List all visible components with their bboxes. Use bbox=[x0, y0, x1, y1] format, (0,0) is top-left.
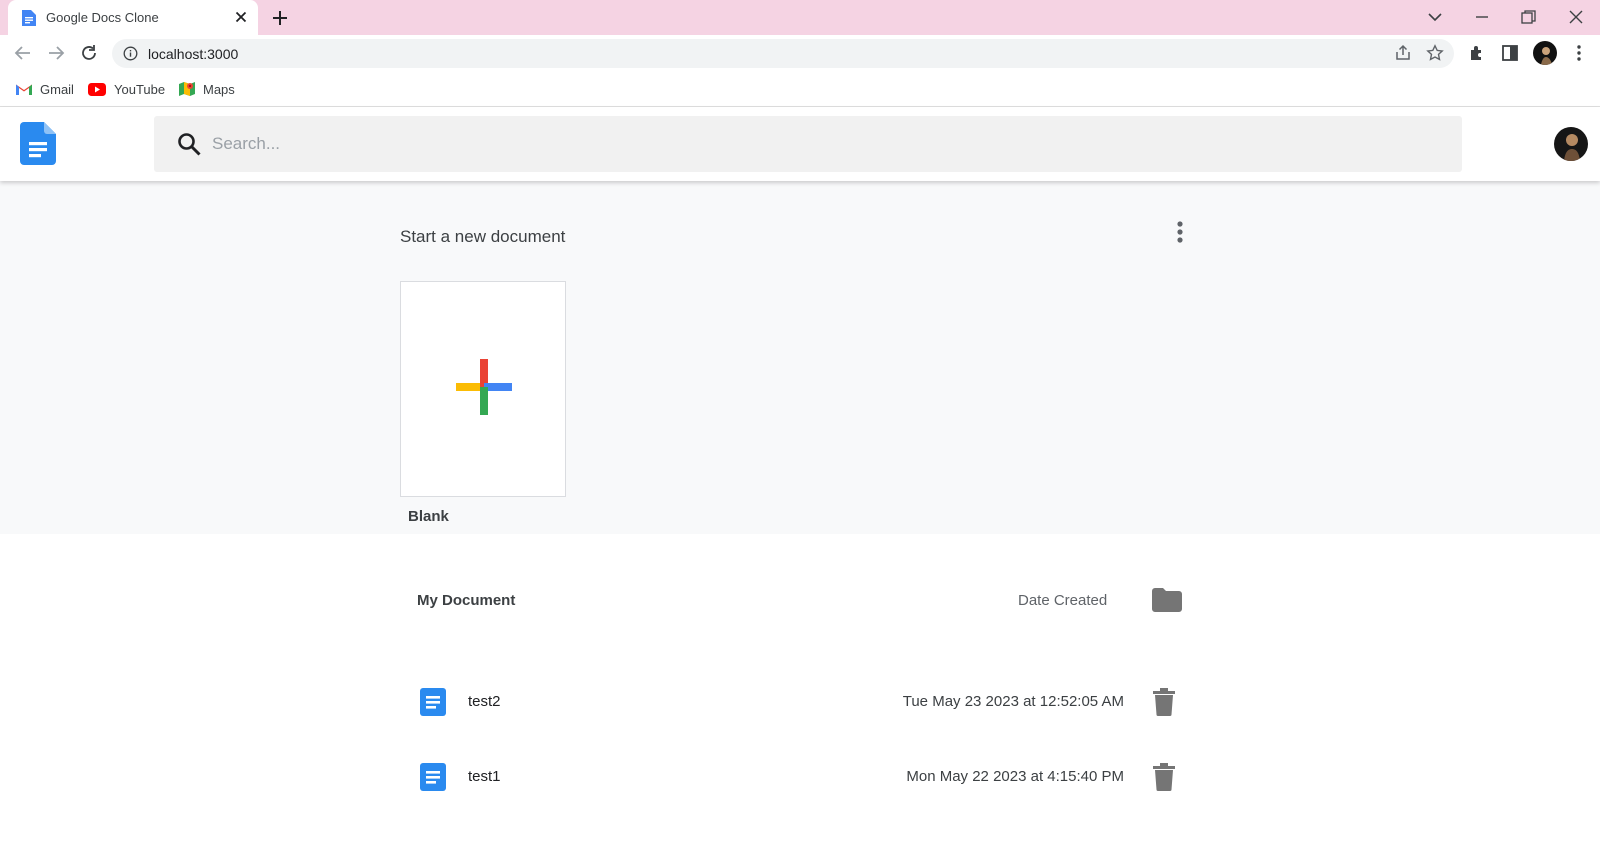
blank-document-card[interactable] bbox=[400, 281, 566, 497]
restore-icon[interactable] bbox=[1517, 6, 1539, 28]
back-icon[interactable] bbox=[12, 42, 34, 64]
document-row[interactable]: test1 Mon May 22 2023 at 4:15:40 PM bbox=[400, 749, 1200, 805]
tab-title: Google Docs Clone bbox=[46, 10, 159, 25]
blank-document-label: Blank bbox=[408, 508, 449, 525]
reload-icon[interactable] bbox=[78, 42, 100, 64]
gmail-icon bbox=[16, 84, 32, 95]
bookmarks-bar: Gmail YouTube Maps bbox=[0, 71, 1600, 107]
maps-icon bbox=[179, 82, 195, 96]
share-icon[interactable] bbox=[1394, 44, 1412, 62]
document-name[interactable]: test2 bbox=[468, 693, 501, 710]
document-icon bbox=[420, 763, 446, 791]
url-text: localhost:3000 bbox=[148, 46, 239, 62]
search-icon[interactable] bbox=[176, 131, 202, 157]
youtube-icon bbox=[88, 82, 106, 96]
document-list-title: My Document bbox=[417, 592, 516, 609]
date-created-header: Date Created bbox=[1018, 592, 1108, 609]
browser-menu-icon[interactable] bbox=[1568, 42, 1590, 64]
document-list-header: My Document Date Created bbox=[0, 580, 1600, 620]
side-panel-icon[interactable] bbox=[1499, 42, 1521, 64]
search-bar bbox=[154, 116, 1462, 172]
close-window-icon[interactable] bbox=[1565, 6, 1587, 28]
template-section-title: Start a new document bbox=[400, 227, 566, 246]
folder-icon[interactable] bbox=[1152, 588, 1182, 612]
forward-icon[interactable] bbox=[45, 42, 67, 64]
browser-toolbar: localhost:3000 bbox=[0, 35, 1600, 71]
template-section: Start a new document Blank bbox=[0, 181, 1600, 534]
delete-icon[interactable] bbox=[1152, 763, 1176, 791]
bookmark-maps[interactable]: Maps bbox=[179, 80, 235, 98]
site-info-icon[interactable] bbox=[123, 46, 138, 61]
delete-icon[interactable] bbox=[1152, 688, 1176, 716]
close-tab-icon[interactable] bbox=[232, 8, 250, 26]
tab-search-icon[interactable] bbox=[1424, 6, 1446, 28]
browser-profile-avatar[interactable] bbox=[1533, 41, 1557, 65]
bookmark-star-icon[interactable] bbox=[1426, 44, 1444, 62]
document-date: Tue May 23 2023 at 12:52:05 AM bbox=[902, 693, 1124, 710]
more-options-icon[interactable] bbox=[1168, 220, 1192, 244]
bookmark-label: Maps bbox=[203, 81, 235, 97]
document-date: Mon May 22 2023 at 4:15:40 PM bbox=[906, 768, 1124, 785]
avatar-photo-icon bbox=[1564, 134, 1580, 161]
address-bar[interactable]: localhost:3000 bbox=[112, 39, 1454, 68]
docs-logo-icon[interactable] bbox=[20, 122, 56, 165]
new-tab-icon[interactable] bbox=[270, 8, 290, 28]
extensions-icon[interactable] bbox=[1466, 42, 1488, 64]
document-icon bbox=[420, 688, 446, 716]
bookmark-label: Gmail bbox=[40, 81, 74, 97]
app-header bbox=[0, 107, 1600, 181]
profile-photo-icon bbox=[1541, 47, 1552, 65]
document-name[interactable]: test1 bbox=[468, 768, 501, 785]
minimize-icon[interactable] bbox=[1471, 6, 1493, 28]
bookmark-label: YouTube bbox=[114, 81, 166, 97]
document-row[interactable]: test2 Tue May 23 2023 at 12:52:05 AM bbox=[400, 674, 1200, 730]
browser-tab-strip: Google Docs Clone bbox=[0, 0, 1600, 35]
search-input[interactable] bbox=[212, 128, 1412, 160]
user-avatar[interactable] bbox=[1554, 127, 1588, 161]
browser-tab-active[interactable]: Google Docs Clone bbox=[8, 0, 258, 35]
bookmark-youtube[interactable]: YouTube bbox=[88, 80, 165, 98]
bookmark-gmail[interactable]: Gmail bbox=[16, 80, 74, 98]
docs-favicon-icon bbox=[22, 10, 36, 26]
colorful-plus-icon bbox=[456, 359, 512, 415]
